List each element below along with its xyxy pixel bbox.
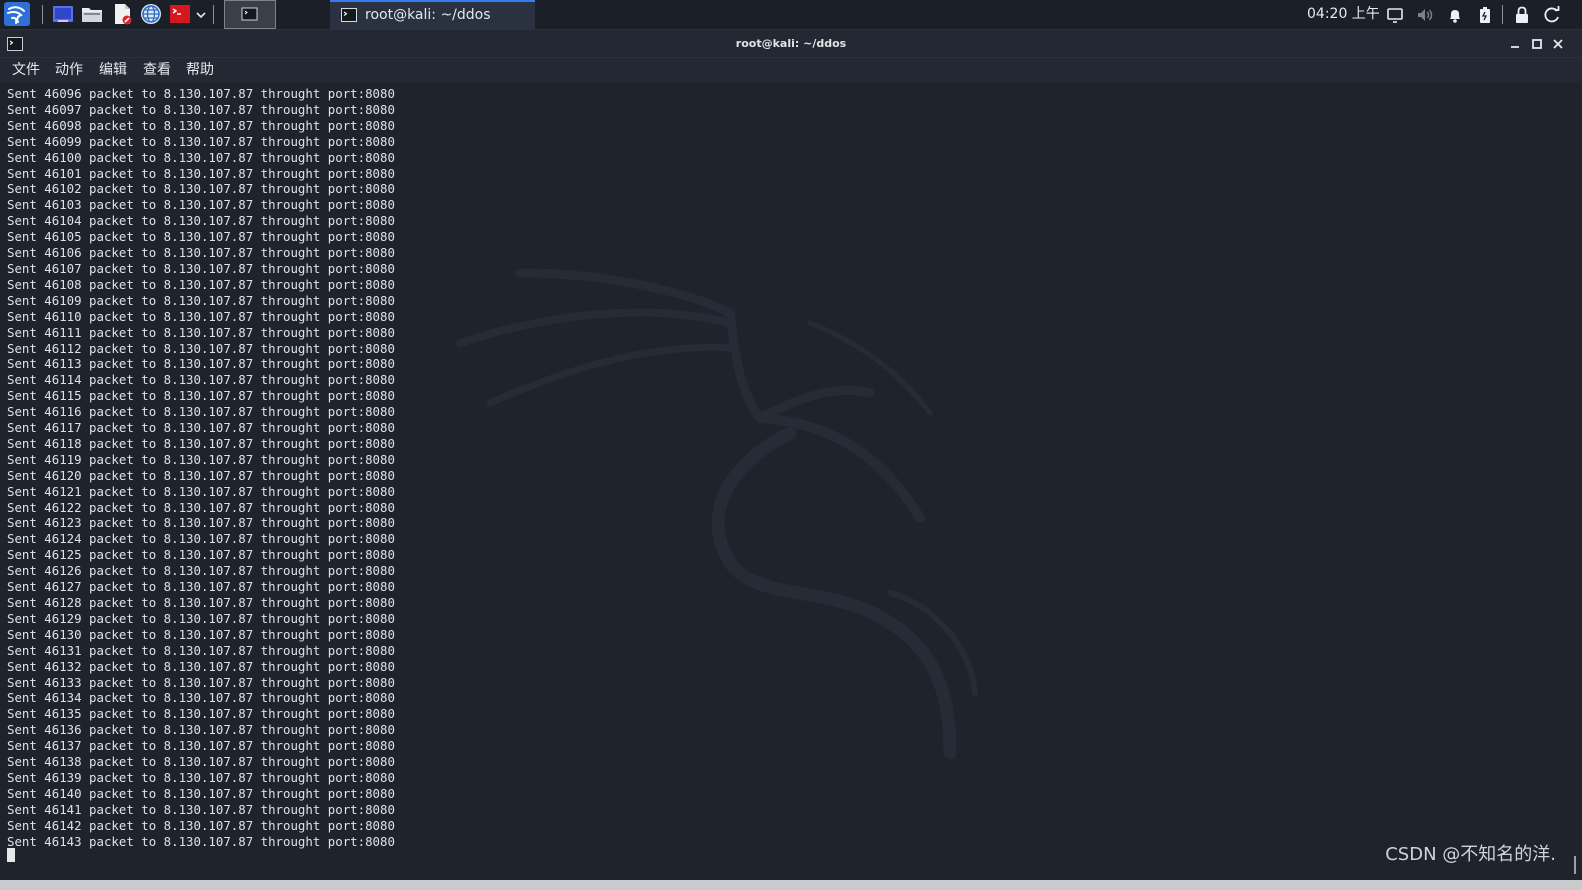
terminal-line: Sent 46137 packet to 8.130.107.87 throug… bbox=[7, 738, 395, 754]
terminal-line: Sent 46128 packet to 8.130.107.87 throug… bbox=[7, 595, 395, 610]
terminal-cursor bbox=[7, 848, 15, 862]
terminal-line: Sent 46116 packet to 8.130.107.87 throug… bbox=[7, 404, 395, 420]
window-titlebar[interactable]: root@kali: ~/ddos bbox=[0, 30, 1582, 58]
terminal-line: Sent 46115 packet to 8.130.107.87 throug… bbox=[7, 388, 395, 404]
terminal-line: Sent 46101 packet to 8.130.107.87 throug… bbox=[7, 165, 395, 181]
terminal-line: Sent 46134 packet to 8.130.107.87 throug… bbox=[7, 690, 395, 706]
terminal-line: Sent 46110 packet to 8.130.107.87 throug… bbox=[7, 308, 395, 324]
terminal-line: Sent 46118 packet to 8.130.107.87 throug… bbox=[7, 435, 395, 451]
scrollbar-handle[interactable] bbox=[1574, 856, 1576, 874]
terminal-line: Sent 46109 packet to 8.130.107.87 throug… bbox=[7, 292, 395, 308]
csdn-watermark: CSDN @不知名的洋. bbox=[1385, 844, 1556, 865]
chevron-down-icon[interactable] bbox=[195, 7, 207, 21]
active-task-indicator bbox=[330, 0, 535, 2]
browser-icon[interactable] bbox=[140, 3, 162, 25]
terminal-line: Sent 46129 packet to 8.130.107.87 throug… bbox=[7, 610, 395, 626]
terminal-line: Sent 46106 packet to 8.130.107.87 throug… bbox=[7, 245, 395, 261]
maximize-icon[interactable] bbox=[1530, 36, 1544, 50]
menu-actions[interactable]: 动作 bbox=[53, 58, 85, 83]
workspace-switcher[interactable] bbox=[224, 0, 276, 29]
kali-dragon-background-logo bbox=[456, 268, 978, 760]
terminal-output-area[interactable]: Sent 46096 packet to 8.130.107.87 throug… bbox=[0, 83, 1582, 880]
taskbar-item-terminal[interactable]: root@kali: ~/ddos bbox=[330, 0, 535, 29]
panel-separator bbox=[1502, 5, 1503, 24]
window-bottom-border bbox=[0, 880, 1582, 890]
terminal-line: Sent 46105 packet to 8.130.107.87 throug… bbox=[7, 229, 395, 245]
terminal-line: Sent 46135 packet to 8.130.107.87 throug… bbox=[7, 706, 395, 722]
terminal-line: Sent 46114 packet to 8.130.107.87 throug… bbox=[7, 372, 395, 388]
terminal-line: Sent 46104 packet to 8.130.107.87 throug… bbox=[7, 213, 395, 229]
battery-icon[interactable] bbox=[1475, 5, 1495, 25]
terminal-line: Sent 46119 packet to 8.130.107.87 throug… bbox=[7, 451, 395, 467]
terminal-line: Sent 46112 packet to 8.130.107.87 throug… bbox=[7, 340, 395, 356]
notification-bell-icon[interactable] bbox=[1445, 5, 1465, 25]
terminal-launcher-icon[interactable] bbox=[169, 3, 191, 25]
text-editor-icon[interactable] bbox=[111, 3, 133, 25]
desktop-icon[interactable] bbox=[52, 3, 74, 25]
file-manager-icon[interactable] bbox=[81, 3, 103, 25]
terminal-line: Sent 46108 packet to 8.130.107.87 throug… bbox=[7, 276, 395, 292]
minimize-icon[interactable] bbox=[1508, 36, 1522, 50]
panel-separator bbox=[42, 5, 43, 24]
terminal-line: Sent 46139 packet to 8.130.107.87 throug… bbox=[7, 769, 395, 785]
terminal-line: Sent 46141 packet to 8.130.107.87 throug… bbox=[7, 801, 395, 817]
terminal-line: Sent 46111 packet to 8.130.107.87 throug… bbox=[7, 324, 395, 340]
close-icon[interactable] bbox=[1551, 36, 1565, 50]
terminal-line: Sent 46107 packet to 8.130.107.87 throug… bbox=[7, 260, 395, 276]
terminal-line: Sent 46117 packet to 8.130.107.87 throug… bbox=[7, 420, 395, 436]
power-icon[interactable] bbox=[1542, 5, 1562, 25]
terminal-line: Sent 46123 packet to 8.130.107.87 throug… bbox=[7, 515, 395, 531]
window-title: root@kali: ~/ddos bbox=[735, 37, 847, 50]
terminal-line: Sent 46120 packet to 8.130.107.87 throug… bbox=[7, 467, 395, 483]
menu-file[interactable]: 文件 bbox=[10, 58, 42, 83]
terminal-line: Sent 46130 packet to 8.130.107.87 throug… bbox=[7, 626, 395, 642]
clock[interactable]: 04:20 上午 bbox=[1307, 0, 1380, 29]
terminal-line: Sent 46113 packet to 8.130.107.87 throug… bbox=[7, 356, 395, 372]
terminal-line: Sent 46136 packet to 8.130.107.87 throug… bbox=[7, 722, 395, 738]
volume-icon[interactable] bbox=[1415, 5, 1435, 25]
terminal-line: Sent 46124 packet to 8.130.107.87 throug… bbox=[7, 531, 395, 547]
terminal-line: Sent 46098 packet to 8.130.107.87 throug… bbox=[7, 117, 395, 133]
kali-menu-icon[interactable] bbox=[4, 2, 30, 26]
top-panel: root@kali: ~/ddos 04:20 上午 bbox=[0, 0, 1582, 30]
terminal-line: Sent 46132 packet to 8.130.107.87 throug… bbox=[7, 658, 395, 674]
menu-help[interactable]: 帮助 bbox=[184, 58, 216, 83]
terminal-line: Sent 46097 packet to 8.130.107.87 throug… bbox=[7, 101, 395, 117]
terminal-line: Sent 46125 packet to 8.130.107.87 throug… bbox=[7, 547, 395, 563]
terminal-line: Sent 46131 packet to 8.130.107.87 throug… bbox=[7, 642, 395, 658]
terminal-line: Sent 46133 packet to 8.130.107.87 throug… bbox=[7, 674, 395, 690]
terminal-icon bbox=[341, 7, 357, 22]
terminal-text: Sent 46096 packet to 8.130.107.87 throug… bbox=[7, 86, 395, 850]
terminal-line: Sent 46121 packet to 8.130.107.87 throug… bbox=[7, 483, 395, 499]
menu-bar: 文件 动作 编辑 查看 帮助 bbox=[0, 58, 1582, 83]
terminal-line: Sent 46126 packet to 8.130.107.87 throug… bbox=[7, 563, 395, 579]
display-icon[interactable] bbox=[1385, 5, 1405, 25]
terminal-line: Sent 46099 packet to 8.130.107.87 throug… bbox=[7, 133, 395, 149]
task-label: root@kali: ~/ddos bbox=[365, 6, 491, 23]
menu-view[interactable]: 查看 bbox=[141, 58, 173, 83]
terminal-line: Sent 46127 packet to 8.130.107.87 throug… bbox=[7, 579, 395, 595]
terminal-line: Sent 46096 packet to 8.130.107.87 throug… bbox=[7, 86, 395, 101]
terminal-line: Sent 46122 packet to 8.130.107.87 throug… bbox=[7, 499, 395, 515]
terminal-line: Sent 46142 packet to 8.130.107.87 throug… bbox=[7, 817, 395, 833]
terminal-line: Sent 46143 packet to 8.130.107.87 throug… bbox=[7, 833, 395, 849]
lock-icon[interactable] bbox=[1512, 5, 1532, 25]
menu-edit[interactable]: 编辑 bbox=[97, 58, 129, 83]
terminal-line: Sent 46103 packet to 8.130.107.87 throug… bbox=[7, 197, 395, 213]
panel-separator bbox=[213, 5, 214, 24]
terminal-line: Sent 46102 packet to 8.130.107.87 throug… bbox=[7, 181, 395, 197]
terminal-line: Sent 46100 packet to 8.130.107.87 throug… bbox=[7, 149, 395, 165]
terminal-line: Sent 46140 packet to 8.130.107.87 throug… bbox=[7, 785, 395, 801]
terminal-line: Sent 46138 packet to 8.130.107.87 throug… bbox=[7, 754, 395, 770]
